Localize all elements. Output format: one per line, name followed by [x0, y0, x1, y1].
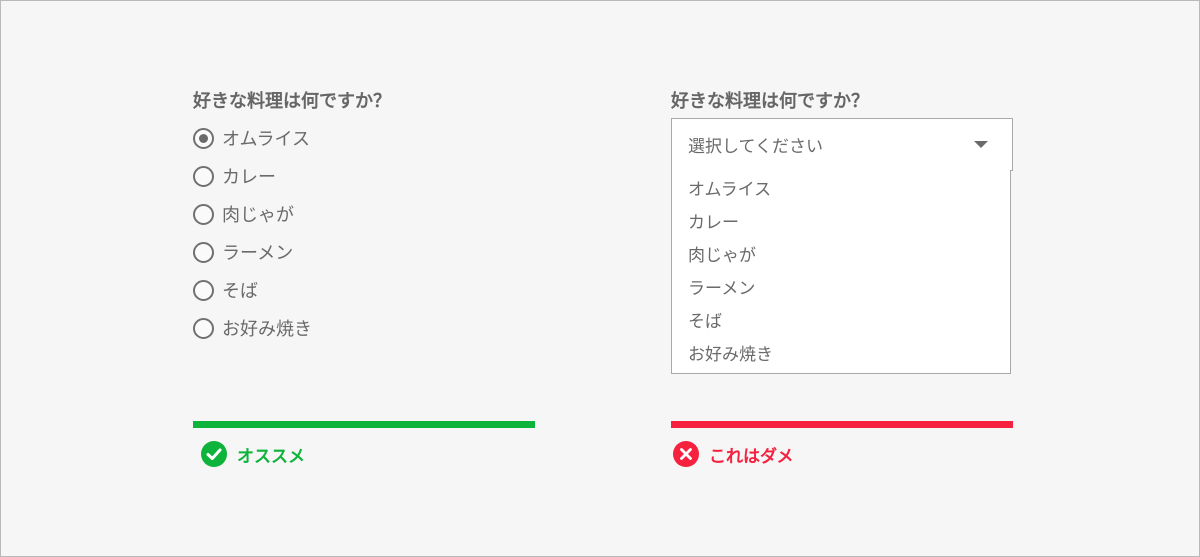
good-verdict: オススメ [201, 441, 305, 467]
radio-button[interactable] [193, 317, 214, 339]
radio-option-label: お好み焼き [222, 319, 312, 340]
radio-option-label: オムライス [222, 129, 311, 150]
radio-option-label: ラーメン [222, 243, 294, 264]
radio-option-label: 肉じゃが [222, 205, 294, 226]
dropdown-question-label: 好きな料理は何ですか？ [671, 91, 869, 112]
good-indicator-bar [193, 421, 535, 428]
caret-down-icon [974, 141, 988, 148]
radio-option[interactable]: オムライス [193, 119, 312, 157]
dropdown-option[interactable]: カレー [672, 207, 1010, 240]
dropdown-option[interactable]: お好み焼き [672, 339, 1010, 372]
radio-button-selected[interactable] [193, 127, 214, 149]
food-select[interactable]: 選択してください [671, 118, 1013, 171]
radio-question-label: 好きな料理は何ですか？ [193, 91, 391, 112]
radio-button[interactable] [193, 203, 214, 225]
radio-option[interactable]: ラーメン [193, 233, 312, 271]
dropdown-options-list: オムライス カレー 肉じゃが ラーメン そば お好み焼き [671, 170, 1011, 374]
radio-option-label: カレー [222, 167, 276, 188]
radio-button[interactable] [193, 165, 214, 187]
dropdown-option[interactable]: オムライス [672, 174, 1010, 207]
radio-option[interactable]: 肉じゃが [193, 195, 312, 233]
dropdown-option[interactable]: 肉じゃが [672, 240, 1010, 273]
radio-group: オムライス カレー 肉じゃが ラーメン そば お好み焼き [193, 119, 312, 347]
x-circle-icon [673, 441, 699, 467]
radio-option[interactable]: そば [193, 271, 312, 309]
comparison-canvas: 好きな料理は何ですか？ オムライス カレー 肉じゃが ラーメン そば お好み焼き… [0, 0, 1200, 557]
dropdown-option[interactable]: そば [672, 306, 1010, 339]
radio-option-label: そば [222, 281, 258, 302]
check-circle-icon [201, 441, 227, 467]
radio-button[interactable] [193, 241, 214, 263]
bad-indicator-bar [671, 421, 1013, 428]
bad-verdict-label: これはダメ [709, 446, 794, 467]
dropdown-option[interactable]: ラーメン [672, 273, 1010, 306]
radio-option[interactable]: カレー [193, 157, 312, 195]
good-verdict-label: オススメ [237, 446, 305, 467]
radio-option[interactable]: お好み焼き [193, 309, 312, 347]
bad-verdict: これはダメ [673, 441, 794, 467]
radio-button[interactable] [193, 279, 214, 301]
select-placeholder: 選択してください [688, 137, 823, 157]
